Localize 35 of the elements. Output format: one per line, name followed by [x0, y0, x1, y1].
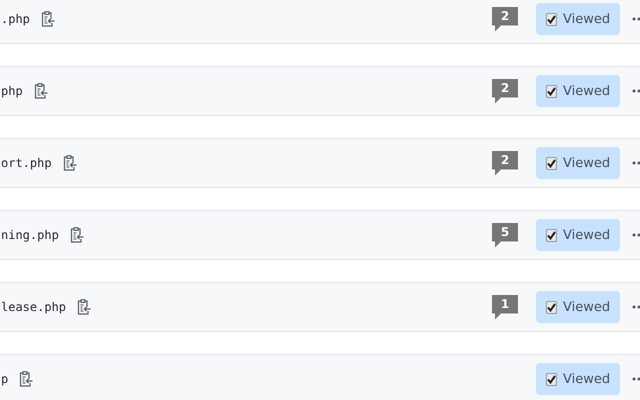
clipboard-icon[interactable]	[19, 371, 34, 387]
more-options-icon[interactable]	[632, 89, 640, 93]
more-options-icon[interactable]	[632, 17, 640, 21]
clipboard-icon[interactable]	[40, 11, 55, 27]
checkbox[interactable]	[546, 372, 557, 386]
more-options-icon[interactable]	[632, 161, 640, 165]
viewed-toggle[interactable]: Viewed	[536, 75, 620, 107]
file-name[interactable]: p	[0, 372, 8, 386]
checkbox[interactable]	[546, 228, 557, 242]
viewed-toggle[interactable]: Viewed	[536, 219, 620, 251]
viewed-toggle[interactable]: Viewed	[536, 3, 620, 35]
file-name[interactable]: lease.php	[0, 300, 66, 314]
clipboard-icon[interactable]	[77, 299, 92, 315]
clipboard-icon[interactable]	[34, 83, 48, 99]
checkbox[interactable]	[546, 84, 557, 98]
viewed-toggle[interactable]: Viewed	[536, 147, 620, 179]
more-options-icon[interactable]	[632, 377, 640, 381]
file-name[interactable]: ort.php	[0, 156, 52, 170]
comment-count[interactable]: 2	[492, 78, 518, 104]
more-options-icon[interactable]	[632, 233, 640, 237]
file-name[interactable]: ning.php	[0, 228, 59, 242]
more-options-icon[interactable]	[632, 305, 640, 309]
clipboard-icon[interactable]	[62, 155, 77, 171]
comment-count[interactable]: 5	[492, 222, 518, 248]
comment-count[interactable]: 1	[492, 294, 518, 320]
clipboard-icon[interactable]	[70, 227, 84, 243]
comment-count[interactable]: 2	[492, 6, 518, 32]
file-name[interactable]: .php	[0, 12, 30, 26]
comment-count[interactable]: 2	[492, 150, 518, 176]
viewed-toggle[interactable]: Viewed	[536, 291, 620, 323]
viewed-toggle[interactable]: Viewed	[536, 363, 620, 395]
file-name[interactable]: php	[0, 84, 23, 98]
checkbox[interactable]	[546, 300, 557, 314]
checkbox[interactable]	[546, 156, 557, 170]
checkbox[interactable]	[546, 12, 557, 26]
